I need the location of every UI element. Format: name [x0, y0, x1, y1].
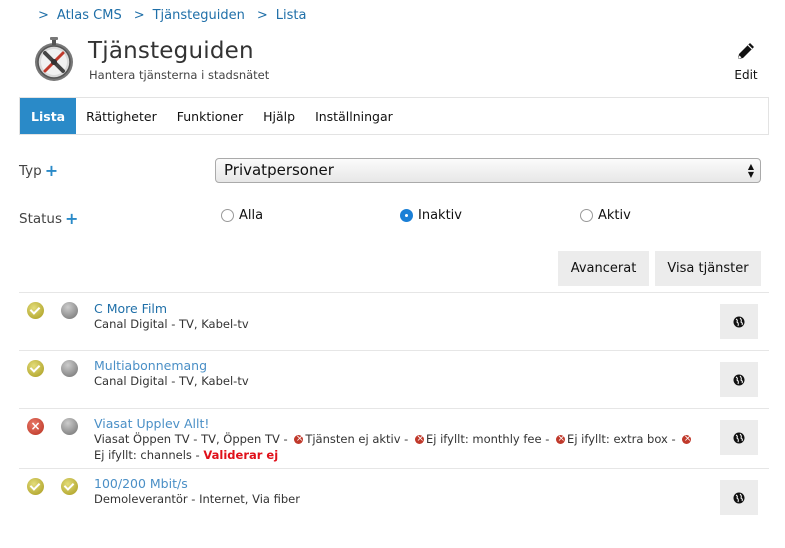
type-label-text: Typ	[19, 162, 42, 179]
globe-button[interactable]	[720, 304, 758, 339]
service-list: C More Film Canal Digital - TV, Kabel-tv…	[19, 292, 769, 524]
advanced-button[interactable]: Avancerat	[558, 251, 649, 286]
status-add-icon[interactable]: +	[65, 209, 78, 228]
grey-status-icon	[61, 302, 78, 319]
warning-x-icon	[556, 431, 565, 447]
service-subtitle: Demoleverantör - Internet, Via fiber	[94, 492, 300, 506]
breadcrumb-separator: >	[256, 8, 268, 23]
select-arrows-icon: ▲ ▼	[747, 162, 754, 179]
service-subtitle-prefix: Viasat Öppen TV - TV, Öppen TV -	[94, 432, 288, 446]
warning-x-icon	[682, 431, 691, 447]
tab-bar: Lista Rättigheter Funktioner Hjälp Instä…	[19, 97, 769, 135]
service-subtitle: Canal Digital - TV, Kabel-tv	[94, 317, 249, 331]
service-title-link[interactable]: 100/200 Mbit/s	[94, 476, 188, 491]
globe-icon	[733, 316, 745, 327]
status-radio-aktiv[interactable]: Aktiv	[580, 208, 631, 223]
tab-rattigheter[interactable]: Rättigheter	[76, 98, 167, 134]
edit-label: Edit	[734, 68, 758, 82]
invalid-status-label: Validerar ej	[203, 448, 279, 462]
globe-icon	[733, 492, 745, 503]
page-subtitle: Hantera tjänsterna i stadsnätet	[89, 68, 270, 82]
service-subtitle-suffix: channels -	[140, 448, 200, 462]
page-title: Tjänsteguiden	[88, 38, 254, 64]
status-filter-label: Status +	[19, 209, 78, 228]
list-item: × Viasat Upplev Allt! Viasat Öppen TV - …	[19, 408, 769, 468]
error-x-icon: ×	[27, 418, 44, 435]
tab-funktioner[interactable]: Funktioner	[167, 98, 253, 134]
radio-unchecked-icon[interactable]	[221, 209, 234, 222]
breadcrumb-item-tjansteguiden[interactable]: > Tjänsteguiden	[134, 8, 245, 23]
status-radio-inaktiv[interactable]: Inaktiv	[400, 208, 462, 223]
warning-text: Ej ifyllt: monthly fee -	[426, 432, 550, 446]
pencil-icon	[738, 43, 754, 59]
warning-x-icon	[294, 431, 303, 447]
service-title-link[interactable]: C More Film	[94, 301, 167, 316]
check-ok-icon	[27, 478, 44, 495]
status-radio-alla[interactable]: Alla	[221, 208, 263, 223]
breadcrumb-separator: >	[38, 8, 49, 23]
radio-checked-icon[interactable]	[400, 209, 413, 222]
breadcrumb-link-atlas-cms[interactable]: Atlas CMS	[57, 8, 122, 23]
breadcrumb-link-tjansteguiden[interactable]: Tjänsteguiden	[153, 8, 245, 23]
check-ok-icon	[27, 302, 44, 319]
edit-button[interactable]: Edit	[726, 40, 766, 86]
type-select[interactable]: Privatpersoner ▲ ▼	[215, 158, 761, 183]
radio-label-alla: Alla	[239, 208, 264, 223]
globe-icon	[733, 432, 745, 443]
globe-button[interactable]	[720, 420, 758, 455]
list-item: 100/200 Mbit/s Demoleverantör - Internet…	[19, 468, 769, 524]
globe-icon	[733, 374, 745, 385]
type-add-icon[interactable]: +	[45, 161, 58, 180]
type-filter-label: Typ +	[19, 161, 58, 180]
radio-label-inaktiv: Inaktiv	[418, 208, 462, 223]
breadcrumb-separator: >	[133, 8, 145, 23]
type-select-value: Privatpersoner	[224, 161, 334, 179]
breadcrumb-item-lista[interactable]: > Lista	[257, 8, 307, 23]
breadcrumb-link-lista[interactable]: Lista	[276, 8, 307, 23]
check-ok-icon	[61, 478, 78, 495]
tab-installningar[interactable]: Inställningar	[305, 98, 403, 134]
radio-unchecked-icon[interactable]	[580, 209, 593, 222]
tab-hjalp[interactable]: Hjälp	[253, 98, 305, 134]
app-logo-icon	[30, 36, 78, 84]
show-services-button[interactable]: Visa tjänster	[655, 251, 761, 286]
status-label-text: Status	[19, 210, 63, 227]
breadcrumb: > Atlas CMS > Tjänsteguiden > Lista	[38, 8, 318, 23]
list-item: C More Film Canal Digital - TV, Kabel-tv	[19, 292, 769, 350]
service-subtitle: Canal Digital - TV, Kabel-tv	[94, 374, 249, 388]
page-header: Tjänsteguiden Hantera tjänsterna i stads…	[30, 36, 770, 92]
warning-text: Ej ifyllt: extra box -	[567, 432, 676, 446]
service-subtitle: Viasat Öppen TV - TV, Öppen TV - Tjänste…	[94, 431, 694, 463]
list-item: Multiabonnemang Canal Digital - TV, Kabe…	[19, 350, 769, 408]
warning-x-icon	[415, 431, 424, 447]
tab-lista[interactable]: Lista	[20, 98, 77, 134]
check-ok-icon	[27, 360, 44, 377]
grey-status-icon	[61, 418, 78, 435]
warning-text: Ej ifyllt:	[94, 448, 137, 462]
grey-status-icon	[61, 360, 78, 377]
breadcrumb-item-atlas[interactable]: > Atlas CMS	[38, 8, 122, 23]
service-title-link[interactable]: Viasat Upplev Allt!	[94, 416, 209, 431]
globe-button[interactable]	[720, 362, 758, 397]
radio-label-aktiv: Aktiv	[598, 208, 631, 223]
globe-button[interactable]	[720, 480, 758, 515]
warning-text: Tjänsten ej aktiv -	[305, 432, 409, 446]
service-title-link[interactable]: Multiabonnemang	[94, 358, 207, 373]
